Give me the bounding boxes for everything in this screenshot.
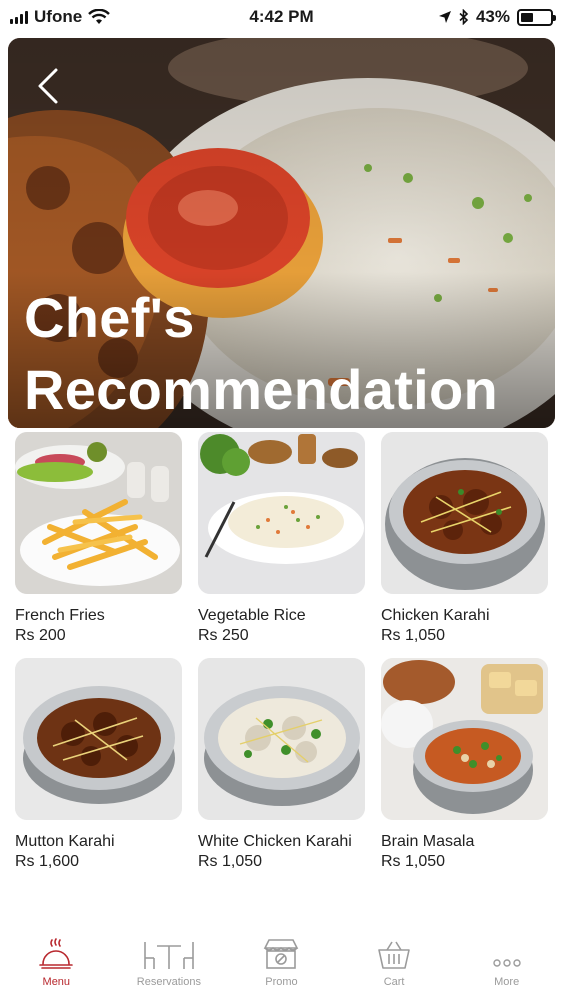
dish-card-brain-masala[interactable]: Brain Masala Rs 1,050 [381, 658, 548, 872]
tab-label: Promo [265, 976, 298, 988]
tab-cart[interactable]: Cart [344, 932, 444, 988]
back-button[interactable] [30, 64, 70, 108]
dish-image [15, 432, 182, 594]
dish-image [381, 658, 548, 820]
carrier-name: Ufone [34, 7, 83, 26]
dish-price: Rs 200 [15, 627, 66, 644]
dish-name: Chicken Karahi [381, 607, 490, 624]
dish-name: Brain Masala [381, 833, 475, 850]
tab-promo[interactable]: Promo [231, 932, 331, 988]
dish-image [198, 432, 365, 594]
dish-price: Rs 1,050 [198, 853, 263, 870]
dish-name: White Chicken Karahi [198, 833, 352, 850]
basket-icon [378, 941, 410, 969]
location-arrow-icon [438, 11, 451, 23]
more-dots-icon [492, 959, 521, 967]
title-line-2: Recommendation [24, 358, 499, 421]
bluetooth-icon [459, 9, 469, 25]
dish-card-mutton-karahi[interactable]: Mutton Karahi Rs 1,600 [15, 658, 182, 872]
wifi-icon [88, 9, 111, 24]
hero-banner: Chef's Recommendation [8, 38, 555, 428]
table-chairs-icon [144, 942, 194, 969]
dish-card-white-chicken-karahi[interactable]: White Chicken Karahi Rs 1,050 [198, 658, 365, 872]
battery-icon [517, 8, 556, 26]
title-line-1: Chef's [24, 286, 195, 349]
dish-name: French Fries [15, 607, 105, 624]
dish-price: Rs 250 [198, 627, 249, 644]
dish-card-vegetable-rice[interactable]: Vegetable Rice Rs 250 [198, 432, 365, 646]
bottom-tab-bar: Menu Reservations Promo Cart More [0, 920, 563, 1000]
tab-label: Reservations [136, 976, 201, 988]
promo-store-icon [264, 939, 299, 969]
cloche-icon [39, 938, 74, 969]
battery-percent: 43% [475, 7, 510, 26]
dish-price: Rs 1,600 [15, 853, 80, 870]
dish-card-french-fries[interactable]: French Fries Rs 200 [15, 432, 182, 646]
chevron-left-icon [38, 68, 58, 104]
signal-icon [10, 10, 28, 24]
battery-level-fill [521, 12, 534, 22]
tab-label: Menu [42, 976, 71, 988]
tab-reservations[interactable]: Reservations [119, 932, 219, 988]
dish-price: Rs 1,050 [381, 853, 446, 870]
dish-name: Vegetable Rice [198, 607, 306, 624]
dish-image [198, 658, 365, 820]
page-title: Chef's Recommendation [24, 282, 498, 426]
status-time: 4:42 PM [249, 7, 314, 26]
dish-name: Mutton Karahi [15, 833, 115, 850]
tab-more[interactable]: More [457, 932, 557, 988]
tab-label: More [494, 976, 520, 988]
status-bar: Ufone 4:42 PM 43% [0, 0, 563, 34]
tab-label: Cart [383, 976, 405, 988]
dish-card-chicken-karahi[interactable]: Chicken Karahi Rs 1,050 [381, 432, 548, 646]
dish-image [381, 432, 548, 594]
dish-price: Rs 1,050 [381, 627, 446, 644]
dish-image [15, 658, 182, 820]
tab-menu[interactable]: Menu [6, 932, 106, 988]
